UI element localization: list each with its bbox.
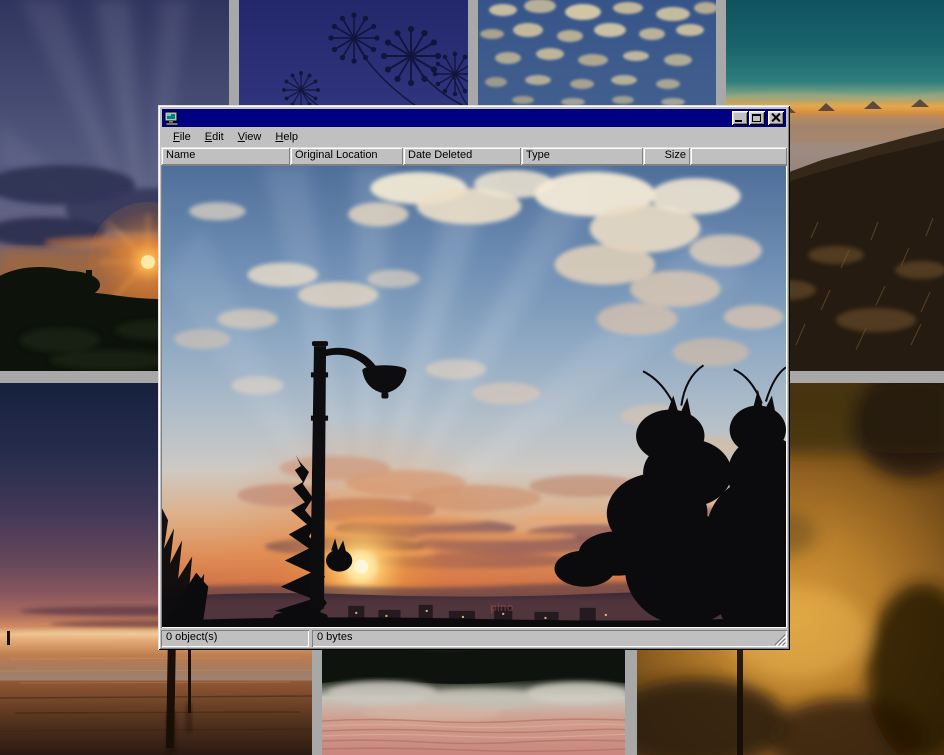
recycle-bin-window: File Edit View Help Name Original Locati… [158, 105, 790, 650]
menu-file[interactable]: File [166, 129, 198, 146]
titlebar[interactable] [162, 109, 786, 127]
maximize-button[interactable] [749, 111, 765, 125]
list-view-area[interactable]: pino [161, 165, 787, 628]
maximize-icon [752, 114, 761, 122]
column-header-original-location[interactable]: Original Location [290, 147, 403, 165]
status-object-count: 0 object(s) [161, 630, 309, 647]
column-header-type[interactable]: Type [521, 147, 643, 165]
desktop-collage: File Edit View Help Name Original Locati… [0, 0, 944, 755]
column-header-name[interactable]: Name [161, 147, 290, 165]
column-header-size[interactable]: Size [643, 147, 690, 165]
statusbar: 0 object(s) 0 bytes [161, 630, 787, 647]
computer-icon[interactable] [164, 111, 180, 126]
minimize-icon [735, 120, 742, 122]
status-byte-count: 0 bytes [312, 630, 787, 647]
close-icon [771, 113, 780, 122]
column-headers: Name Original Location Date Deleted Type… [161, 147, 787, 165]
resize-grip[interactable] [773, 633, 786, 646]
menu-view[interactable]: View [231, 129, 269, 146]
close-button[interactable] [768, 111, 784, 125]
sunset-lamppost-photo: pino [162, 166, 786, 627]
menu-edit[interactable]: Edit [198, 129, 231, 146]
menubar: File Edit View Help [161, 128, 787, 147]
status-bytes-text: 0 bytes [317, 631, 352, 643]
column-header-filler [690, 147, 787, 165]
menu-help[interactable]: Help [268, 129, 305, 146]
column-header-date-deleted[interactable]: Date Deleted [403, 147, 521, 165]
photo-watermark: pino [490, 602, 514, 614]
minimize-button[interactable] [732, 111, 748, 125]
